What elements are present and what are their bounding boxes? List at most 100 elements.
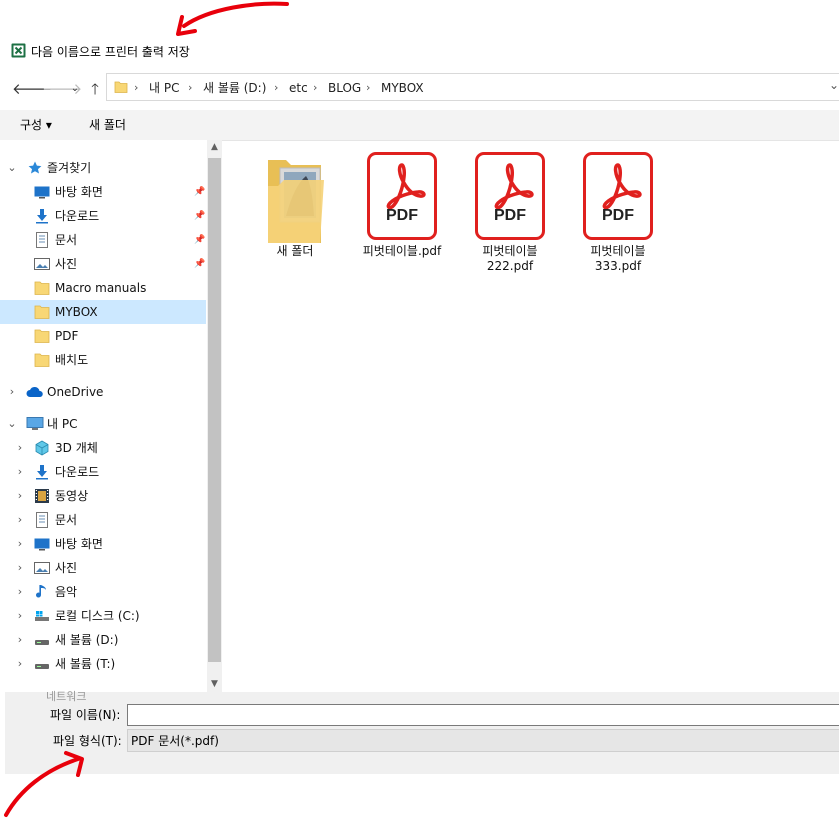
filetype-select[interactable] [127, 729, 839, 752]
pictures-icon [34, 256, 50, 272]
address-dropdown-icon[interactable]: ⌄ [829, 78, 839, 92]
navigation-pane: ⌄ 즐겨찾기 바탕 화면 📌 다운로드 📌 문서 📌 사진 📌 Macro ma… [0, 140, 222, 692]
folder-icon [34, 280, 50, 296]
breadcrumb-volume-d[interactable]: 새 볼륨 (D:) [203, 80, 266, 96]
nav-pc-local-disk-c[interactable]: › 로컬 디스크 (C:) [0, 604, 206, 628]
pictures-icon [34, 560, 50, 576]
back-button[interactable]: 🡐 [12, 80, 52, 98]
chevron-right-icon[interactable]: › [14, 560, 26, 576]
pdf-badge: PDF [386, 207, 418, 224]
chevron-right-icon[interactable]: › [14, 488, 26, 504]
file-name: 피벗테이블 222.pdf [482, 244, 538, 273]
nav-item-layout[interactable]: 배치도 [0, 348, 206, 372]
nav-onedrive[interactable]: › OneDrive [0, 380, 206, 404]
pin-icon[interactable]: 📌 [194, 233, 205, 247]
nav-pc-volume-t[interactable]: › 새 볼륨 (T:) [0, 652, 206, 676]
chevron-right-icon[interactable]: › [14, 656, 26, 672]
file-name: 피벗테이블.pdf [362, 244, 442, 258]
chevron-right-icon[interactable]: › [14, 632, 26, 648]
filename-input[interactable] [127, 704, 839, 726]
nav-pc-desktop[interactable]: › 바탕 화면 [0, 532, 206, 556]
breadcrumb-this-pc[interactable]: 내 PC [149, 80, 179, 96]
local-disk-icon [34, 608, 50, 624]
nav-pc-downloads[interactable]: › 다운로드 [0, 460, 206, 484]
nav-item-pictures[interactable]: 사진 📌 [0, 252, 206, 276]
document-icon [34, 512, 50, 528]
file-item-pdf-2[interactable]: PDF 피벗테이블 222.pdf [460, 152, 560, 274]
drive-icon [34, 632, 50, 648]
pdf-badge: PDF [602, 207, 634, 224]
nav-pc-videos[interactable]: › 동영상 [0, 484, 206, 508]
pin-icon[interactable]: 📌 [194, 257, 205, 271]
desktop-icon [34, 536, 50, 552]
nav-pc-documents[interactable]: › 문서 [0, 508, 206, 532]
chevron-right-icon[interactable]: › [14, 464, 26, 480]
nav-item-desktop[interactable]: 바탕 화면 📌 [0, 180, 206, 204]
filename-label: 파일 이름(N): [50, 708, 121, 722]
chevron-down-icon[interactable]: ⌄ [6, 416, 18, 432]
drive-icon [34, 656, 50, 672]
file-name: 새 폴더 [276, 244, 314, 258]
nav-item-downloads[interactable]: 다운로드 📌 [0, 204, 206, 228]
pin-icon[interactable]: 📌 [194, 209, 205, 223]
nav-pc-volume-d[interactable]: › 새 볼륨 (D:) [0, 628, 206, 652]
chevron-right-icon[interactable]: › [14, 512, 26, 528]
nav-item-mybox[interactable]: MYBOX [0, 300, 206, 324]
pdf-badge: PDF [494, 207, 526, 224]
nav-item-pdf[interactable]: PDF [0, 324, 206, 348]
file-name: 피벗테이블 333.pdf [590, 244, 646, 273]
pdf-file-icon: PDF [475, 152, 545, 240]
breadcrumb-etc[interactable]: etc [289, 80, 308, 96]
folder-icon [34, 304, 50, 320]
download-icon [34, 464, 50, 480]
chevron-right-icon[interactable]: › [14, 608, 26, 624]
chevron-right-icon[interactable]: › [14, 536, 26, 552]
chevron-right-icon[interactable]: › [14, 440, 26, 456]
video-icon [34, 488, 50, 504]
file-item-pdf-1[interactable]: PDF 피벗테이블.pdf [352, 152, 452, 259]
nav-pc-3d-objects[interactable]: › 3D 개체 [0, 436, 206, 460]
pin-icon[interactable]: 📌 [194, 185, 205, 199]
file-item-new-folder[interactable]: 새 폴더 [245, 156, 345, 259]
star-icon [27, 160, 43, 176]
nav-scrollbar-thumb[interactable] [208, 158, 221, 662]
new-folder-button[interactable]: 새 폴더 [89, 117, 126, 133]
annotation-arrow-top [176, 1, 289, 36]
scroll-down-icon[interactable]: ▼ [207, 679, 222, 689]
pdf-file-icon: PDF [583, 152, 653, 240]
nav-quick-access[interactable]: ⌄ 즐겨찾기 [0, 156, 206, 180]
nav-item-macro-manuals[interactable]: Macro manuals [0, 276, 206, 300]
annotation-arrow-bottom [4, 751, 84, 817]
breadcrumb-separator: › [366, 81, 371, 94]
excel-icon [11, 43, 26, 58]
nav-network-partial: 네트워크 [46, 690, 87, 703]
nav-pc-pictures[interactable]: › 사진 [0, 556, 206, 580]
nav-item-documents[interactable]: 문서 📌 [0, 228, 206, 252]
breadcrumb-mybox[interactable]: MYBOX [381, 80, 424, 96]
chevron-down-icon[interactable]: ⌄ [6, 160, 18, 176]
breadcrumb-separator: › [313, 81, 318, 94]
breadcrumb-separator: › [188, 81, 193, 94]
folder-icon [34, 352, 50, 368]
desktop-icon [34, 184, 50, 200]
recent-locations-button[interactable]: ⌄ [66, 80, 84, 98]
breadcrumb-blog[interactable]: BLOG [328, 80, 361, 96]
nav-pc-music[interactable]: › 음악 [0, 580, 206, 604]
folder-icon [245, 156, 345, 244]
chevron-right-icon[interactable]: › [6, 384, 18, 400]
nav-this-pc[interactable]: ⌄ 내 PC [0, 412, 206, 436]
pdf-file-icon: PDF [367, 152, 437, 240]
file-item-pdf-3[interactable]: PDF 피벗테이블 333.pdf [568, 152, 668, 274]
breadcrumb-separator: › [274, 81, 279, 94]
forward-button[interactable]: 🡒 [42, 80, 82, 98]
chevron-right-icon[interactable]: › [14, 584, 26, 600]
filetype-value: PDF 문서(*.pdf) [131, 734, 219, 748]
onedrive-cloud-icon [26, 384, 43, 400]
up-button[interactable]: 🡑 [86, 80, 104, 98]
organize-menu-button[interactable]: 구성 ▾ [20, 117, 52, 133]
document-icon [34, 232, 50, 248]
3d-objects-icon [34, 440, 50, 456]
folder-icon [114, 80, 128, 97]
scroll-up-icon[interactable]: ▲ [207, 142, 222, 152]
breadcrumb-separator: › [134, 81, 139, 94]
